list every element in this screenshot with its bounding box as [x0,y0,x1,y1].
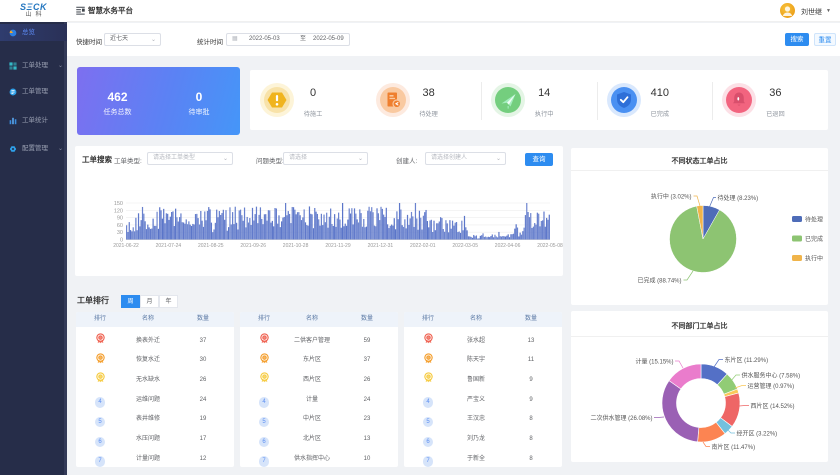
svg-text:2022-05-08: 2022-05-08 [537,243,563,249]
svg-text:2022-02-01: 2022-02-01 [410,243,436,249]
svg-text:已完成 (88.74%): 已完成 (88.74%) [637,277,681,285]
svg-text:南片区 (11.47%): 南片区 (11.47%) [712,443,756,451]
svg-text:运营管理 (0.97%): 运营管理 (0.97%) [748,382,795,390]
svg-text:已完成: 已完成 [805,235,823,243]
svg-text:二次供水管理 (26.08%): 二次供水管理 (26.08%) [590,414,652,422]
svg-text:60: 60 [117,223,123,229]
svg-text:2021-06-22: 2021-06-22 [113,243,139,249]
svg-text:2021-08-25: 2021-08-25 [198,243,224,249]
svg-text:执行中: 执行中 [805,255,823,263]
svg-text:西片区 (14.52%): 西片区 (14.52%) [751,402,795,410]
svg-text:执行中 (3.02%): 执行中 (3.02%) [651,193,692,201]
svg-text:2021-09-26: 2021-09-26 [240,243,266,249]
svg-text:2021-12-31: 2021-12-31 [368,243,394,249]
svg-text:2022-04-06: 2022-04-06 [495,243,521,249]
svg-text:2021-11-29: 2021-11-29 [325,243,350,249]
svg-text:150: 150 [114,201,123,207]
svg-text:待处理: 待处理 [805,216,823,224]
svg-text:待处理 (8.23%): 待处理 (8.23%) [718,194,759,202]
svg-text:30: 30 [117,230,123,236]
svg-text:计量 (15.15%): 计量 (15.15%) [635,358,673,366]
svg-text:90: 90 [117,216,123,222]
svg-text:120: 120 [114,208,123,214]
svg-text:供水服务中心 (7.58%): 供水服务中心 (7.58%) [742,372,801,380]
svg-text:经开区 (3.22%): 经开区 (3.22%) [737,430,778,438]
svg-text:2022-03-05: 2022-03-05 [452,243,478,249]
svg-text:2021-07-24: 2021-07-24 [156,243,182,249]
svg-text:东片区 (11.29%): 东片区 (11.29%) [725,356,769,364]
svg-text:2021-10-28: 2021-10-28 [283,243,309,249]
